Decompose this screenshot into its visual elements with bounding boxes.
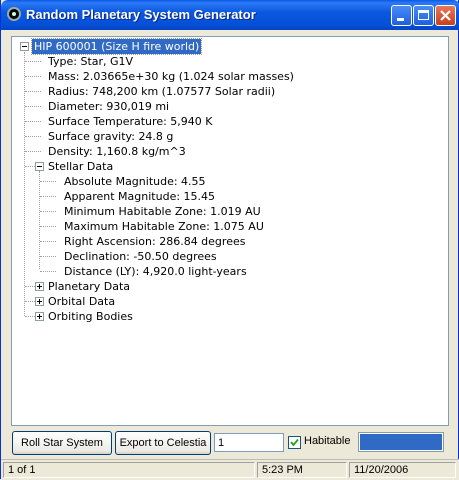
tree-branch-line [40, 181, 56, 182]
star-tree-view[interactable]: HIP 600001 (Size H fire world) Type: Sta… [11, 36, 449, 426]
collapse-stellar-data-icon[interactable] [35, 162, 44, 171]
tree-branch-line [25, 136, 41, 137]
tree-branch-line [40, 211, 56, 212]
tree-branch-line [25, 121, 41, 122]
tree-branch-line [25, 91, 41, 92]
tree-root-node[interactable]: HIP 600001 (Size H fire world) [30, 38, 203, 55]
collapse-root-icon[interactable] [20, 42, 29, 51]
tree-item-declination[interactable]: Declination: -50.50 degrees [64, 249, 217, 264]
tree-item-min-habitable-zone[interactable]: Minimum Habitable Zone: 1.019 AU [64, 204, 261, 219]
tree-item-mass[interactable]: Mass: 2.03665e+30 kg (1.024 solar masses… [48, 69, 294, 84]
export-to-celestia-button[interactable]: Export to Celestia [115, 431, 211, 455]
tree-item-distance[interactable]: Distance (LY): 4,920.0 light-years [64, 264, 247, 279]
tree-branch-line [25, 61, 41, 62]
tree-branch-line [25, 106, 41, 107]
tree-item-diameter[interactable]: Diameter: 930,019 mi [48, 99, 169, 114]
tree-branch-line [25, 286, 35, 287]
tree-branch-line [40, 271, 56, 272]
tree-item-density[interactable]: Density: 1,160.8 kg/m^3 [48, 144, 186, 159]
close-button[interactable] [435, 5, 456, 26]
roll-star-system-button[interactable]: Roll Star System [12, 431, 112, 455]
progress-fill [360, 434, 442, 450]
app-window: Random Planetary System Generator HIP 60… [0, 0, 459, 480]
window-title: Random Planetary System Generator [26, 7, 256, 22]
habitable-checkbox[interactable] [288, 436, 301, 449]
tree-guide-line [39, 171, 40, 269]
tree-branch-line [40, 241, 56, 242]
title-bar[interactable]: Random Planetary System Generator [1, 0, 459, 30]
tree-branch-line [40, 226, 56, 227]
tree-branch-line [25, 316, 35, 317]
maximize-button[interactable] [413, 5, 434, 26]
status-time: 5:23 PM [257, 462, 347, 478]
app-icon[interactable] [7, 7, 21, 21]
tree-item-radius[interactable]: Radius: 748,200 km (1.07577 Solar radii) [48, 84, 275, 99]
status-bar: 1 of 1 5:23 PM 11/20/2006 [1, 459, 459, 480]
expand-orbiting-bodies-icon[interactable] [35, 312, 44, 321]
tree-group-planetary-data[interactable]: Planetary Data [48, 279, 130, 294]
tree-branch-line [25, 166, 35, 167]
minimize-button[interactable] [391, 5, 412, 26]
tree-item-max-habitable-zone[interactable]: Maximum Habitable Zone: 1.075 AU [64, 219, 264, 234]
system-count-input[interactable] [214, 433, 284, 452]
tree-item-type[interactable]: Type: Star, G1V [48, 54, 133, 69]
tree-item-apparent-magnitude[interactable]: Apparent Magnitude: 15.45 [64, 189, 215, 204]
minimize-icon [397, 18, 404, 21]
generation-progress-bar [358, 432, 444, 452]
tree-item-surface-temperature[interactable]: Surface Temperature: 5,940 K [48, 114, 212, 129]
tree-branch-line [25, 76, 41, 77]
tree-item-absolute-magnitude[interactable]: Absolute Magnitude: 4.55 [64, 174, 206, 189]
status-page: 1 of 1 [3, 462, 255, 478]
expand-planetary-data-icon[interactable] [35, 282, 44, 291]
tree-group-orbital-data[interactable]: Orbital Data [48, 294, 115, 309]
status-date: 11/20/2006 [349, 462, 456, 478]
checkmark-icon [290, 438, 299, 447]
tree-item-surface-gravity[interactable]: Surface gravity: 24.8 g [48, 129, 173, 144]
tree-group-orbiting-bodies[interactable]: Orbiting Bodies [48, 309, 133, 324]
tree-branch-line [25, 151, 41, 152]
tree-branch-line [40, 256, 56, 257]
close-icon [440, 10, 451, 21]
tree-item-right-ascension[interactable]: Right Ascension: 286.84 degrees [64, 234, 245, 249]
tree-group-stellar-data[interactable]: Stellar Data [48, 159, 113, 174]
maximize-icon [418, 10, 429, 20]
tree-branch-line [40, 196, 56, 197]
habitable-label: Habitable [304, 435, 351, 447]
tree-branch-line [25, 301, 35, 302]
expand-orbital-data-icon[interactable] [35, 297, 44, 306]
